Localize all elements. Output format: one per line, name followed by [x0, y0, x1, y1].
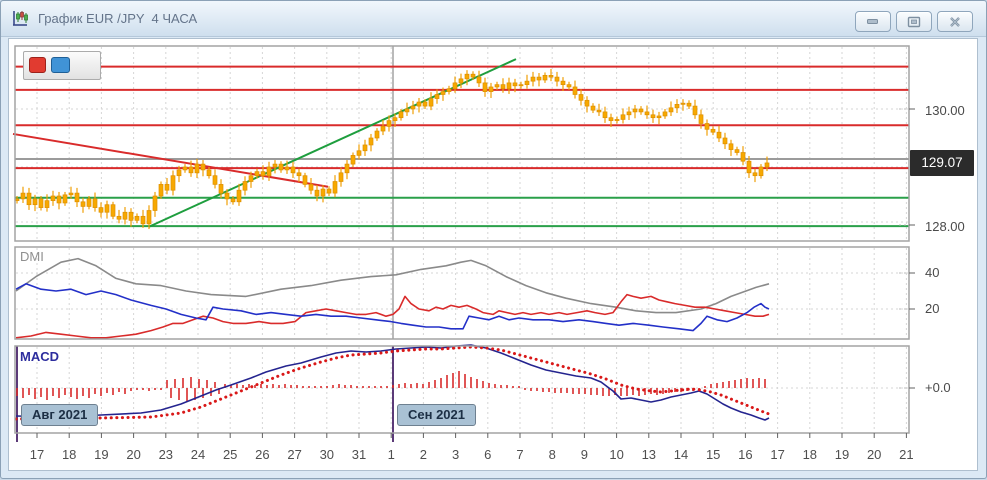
close-button[interactable]	[937, 11, 973, 32]
restore-button[interactable]	[896, 11, 932, 32]
restore-icon	[907, 16, 921, 28]
chart-window: График EUR /JPY 4 ЧАСА DMI MACD Авг 2021	[0, 0, 987, 479]
red-series-button[interactable]	[29, 57, 46, 73]
chart-icon	[11, 9, 30, 28]
title-bar[interactable]: График EUR /JPY 4 ЧАСА	[1, 1, 986, 37]
minimize-button[interactable]	[855, 11, 891, 32]
minimize-icon	[866, 17, 880, 26]
window-controls	[855, 11, 973, 32]
chart-area	[8, 38, 978, 471]
close-icon	[949, 16, 961, 28]
window-title: График EUR /JPY 4 ЧАСА	[38, 11, 197, 26]
series-legend	[23, 51, 101, 80]
blue-series-button[interactable]	[51, 57, 70, 73]
